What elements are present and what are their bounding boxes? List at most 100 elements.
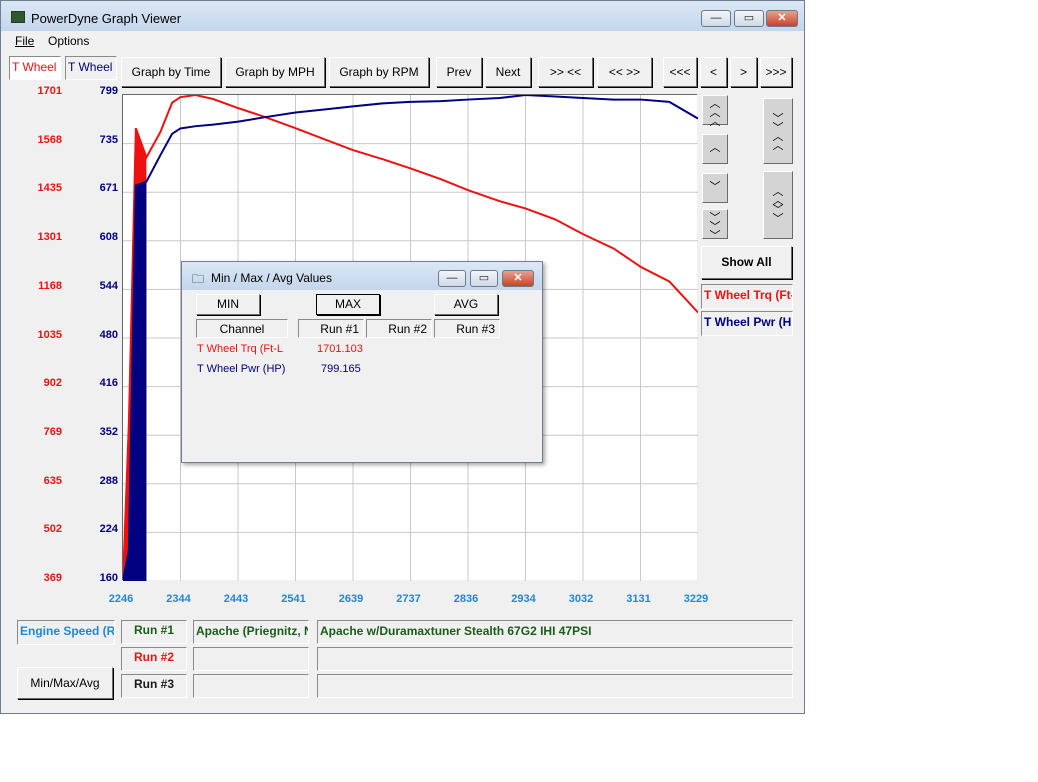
minimize-button[interactable]: —	[701, 10, 731, 27]
scroll-far-right-button[interactable]: >>>	[760, 57, 792, 87]
x-tick-label: 2443	[223, 593, 249, 605]
min-max-avg-button[interactable]: Min/Max/Avg	[17, 667, 113, 699]
x-tick-label: 2246	[108, 593, 134, 605]
y-tick-label-right: 799	[99, 85, 118, 97]
maximize-button[interactable]: ▭	[734, 10, 764, 27]
graph-by-time-button[interactable]: Graph by Time	[121, 57, 221, 87]
channel-torque-toggle[interactable]: T Wheel Trq (Ft-	[701, 284, 793, 309]
min-max-avg-dialog: 🗀 Min / Max / Avg Values — ▭ ✕ MIN MAX A…	[181, 261, 543, 463]
app-icon	[11, 11, 25, 23]
title-bar: PowerDyne Graph Viewer — ▭ ✕	[1, 1, 804, 31]
y-tick-label-left: 369	[43, 572, 62, 584]
y-zoom-out-button[interactable]: ︿ ︿ ﹀ ﹀	[763, 171, 793, 239]
y-tick-label-right: 416	[99, 377, 118, 390]
y-tick-label-right: 352	[99, 425, 118, 438]
menu-bar: File Options	[2, 31, 803, 51]
main-window: PowerDyne Graph Viewer — ▭ ✕ File Option…	[0, 0, 805, 714]
run3-label[interactable]: Run #3	[121, 674, 187, 698]
y-tick-label-left: 1168	[38, 279, 62, 292]
dialog-minimize-button[interactable]: —	[438, 270, 466, 287]
x-tick-label: 2344	[166, 593, 191, 605]
chevron-up-triple-icon: ︿ ︿ ︿	[709, 98, 721, 128]
x-tick-label: 2836	[453, 593, 479, 605]
zoom-out-button[interactable]: << >>	[597, 57, 652, 87]
dialog-close-button[interactable]: ✕	[502, 270, 534, 287]
dialog-max-button[interactable]: MAX	[316, 294, 380, 315]
run2-label[interactable]: Run #2	[121, 647, 187, 671]
y-scroll-up-button[interactable]: ︿	[702, 134, 728, 164]
y-tick-label-left: 635	[43, 474, 62, 487]
y-tick-label-right: 608	[99, 231, 118, 244]
chevron-down-icon: ﹀	[709, 181, 721, 193]
graph-by-mph-button[interactable]: Graph by MPH	[225, 57, 325, 87]
col-header-run3: Run #3	[434, 319, 500, 338]
prev-button[interactable]: Prev	[436, 57, 482, 87]
dialog-maximize-button[interactable]: ▭	[470, 270, 498, 287]
folder-icon: 🗀	[192, 272, 205, 286]
y-scroll-bottom-button[interactable]: ﹀ ﹀ ﹀	[702, 209, 728, 242]
dialog-min-button[interactable]: MIN	[196, 294, 260, 315]
y-tick-label-right: 671	[99, 182, 118, 195]
col-header-channel: Channel	[196, 319, 288, 338]
x-tick-label: 3229	[683, 593, 709, 605]
x-tick-label: 2934	[511, 593, 536, 605]
y-scroll-top-button[interactable]: ︿ ︿ ︿	[702, 95, 728, 128]
show-all-button[interactable]: Show All	[701, 246, 792, 279]
y-tick-label-left: 1435	[37, 182, 62, 195]
chevron-up-icon: ︿	[709, 142, 721, 154]
y-tick-label-left: 502	[43, 523, 62, 536]
run1-vehicle: Apache (Priegnitz, N	[193, 620, 309, 644]
y-tick-label-left: 1568	[37, 133, 62, 146]
scroll-left-button[interactable]: <	[700, 57, 727, 87]
run1-description: Apache w/Duramaxtuner Stealth 67G2 IHI 4…	[317, 620, 793, 644]
tab-torque-axis[interactable]: T Wheel	[9, 56, 61, 80]
menu-file[interactable]: File	[15, 34, 34, 48]
y-tick-label-left: 902	[43, 377, 62, 390]
dialog-title: Min / Max / Avg Values	[211, 271, 332, 285]
chevron-expand-icon: ︿ ︿ ﹀ ﹀	[772, 186, 784, 225]
y-tick-label-right: 735	[99, 133, 118, 146]
scroll-right-button[interactable]: >	[730, 57, 757, 87]
dialog-avg-button[interactable]: AVG	[434, 294, 498, 315]
y-tick-label-right: 160	[99, 572, 118, 584]
channel-power-toggle[interactable]: T Wheel Pwr (HP	[701, 311, 793, 336]
y-tick-label-right: 224	[99, 523, 118, 536]
dialog-row-value: 1701.103	[317, 343, 363, 355]
dialog-title-bar: 🗀 Min / Max / Avg Values — ▭ ✕	[182, 262, 542, 290]
y-tick-label-left: 1035	[37, 328, 62, 341]
y-tick-label-right: 544	[99, 279, 118, 292]
x-tick-label: 3032	[568, 593, 594, 605]
x-tick-label: 2541	[281, 593, 306, 605]
run3-vehicle	[193, 674, 309, 698]
dialog-row-value: 799.165	[321, 363, 361, 375]
x-tick-label: 2639	[338, 593, 364, 605]
x-tick-label: 3131	[626, 593, 651, 605]
zoom-in-button[interactable]: >> <<	[538, 57, 593, 87]
y-tick-label-right: 480	[99, 328, 118, 341]
dialog-row-channel: T Wheel Trq (Ft-L	[197, 343, 283, 355]
window-title: PowerDyne Graph Viewer	[31, 11, 182, 26]
tab-power-axis[interactable]: T Wheel	[65, 56, 117, 80]
scroll-far-left-button[interactable]: <<<	[663, 57, 697, 87]
run1-label[interactable]: Run #1	[121, 620, 187, 644]
close-button[interactable]: ✕	[766, 10, 798, 27]
x-axis-channel-selector[interactable]: Engine Speed (RI	[17, 620, 115, 645]
run2-description	[317, 647, 793, 671]
graph-by-rpm-button[interactable]: Graph by RPM	[329, 57, 429, 87]
y-scroll-down-button[interactable]: ﹀	[702, 173, 728, 203]
y-tick-label-left: 1301	[37, 231, 62, 244]
y-tick-label-right: 288	[99, 474, 118, 487]
dialog-row-channel: T Wheel Pwr (HP)	[197, 363, 286, 375]
menu-options[interactable]: Options	[48, 34, 89, 48]
col-header-run2: Run #2	[366, 319, 432, 338]
x-tick-label: 2737	[396, 593, 421, 605]
y-zoom-in-button[interactable]: ﹀ ﹀ ︿ ︿	[763, 98, 793, 164]
run2-vehicle	[193, 647, 309, 671]
next-button[interactable]: Next	[485, 57, 531, 87]
y-tick-label-left: 769	[43, 425, 62, 438]
chevron-collapse-icon: ﹀ ﹀ ︿ ︿	[772, 113, 784, 152]
run3-description	[317, 674, 793, 698]
y-tick-label-left: 1701	[37, 85, 62, 97]
chevron-down-triple-icon: ﹀ ﹀ ﹀	[709, 212, 721, 242]
col-header-run1: Run #1	[298, 319, 364, 338]
